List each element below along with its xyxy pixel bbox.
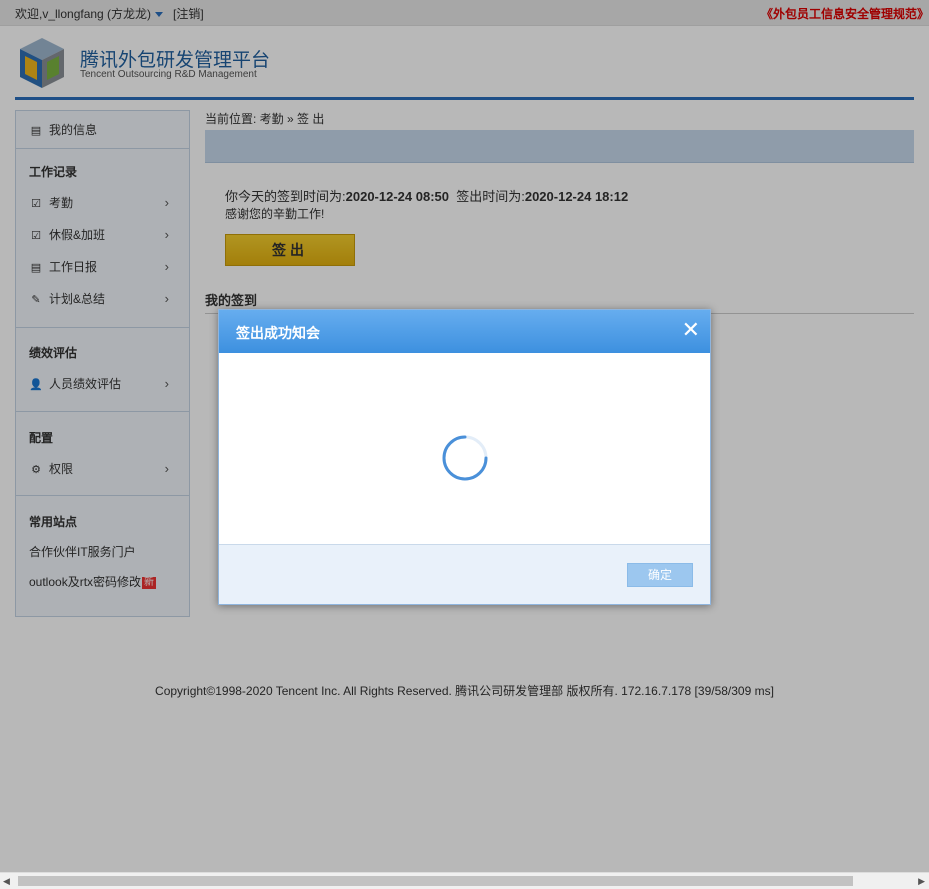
- scroll-right-icon[interactable]: ▶: [918, 876, 925, 887]
- dialog-footer: 确定: [219, 544, 710, 604]
- dialog-body: [219, 353, 710, 544]
- scroll-left-icon[interactable]: ◀: [3, 876, 10, 887]
- close-icon[interactable]: ✕: [682, 319, 700, 341]
- loading-spinner-icon: [442, 435, 488, 481]
- confirm-button[interactable]: 确定: [627, 563, 693, 587]
- horizontal-scrollbar[interactable]: ◀ ▶: [0, 872, 929, 889]
- signout-success-dialog: 签出成功知会 ✕ 确定: [218, 309, 711, 605]
- dialog-header: 签出成功知会 ✕: [219, 310, 710, 353]
- scrollbar-thumb[interactable]: [18, 876, 853, 886]
- dialog-title: 签出成功知会: [236, 325, 320, 341]
